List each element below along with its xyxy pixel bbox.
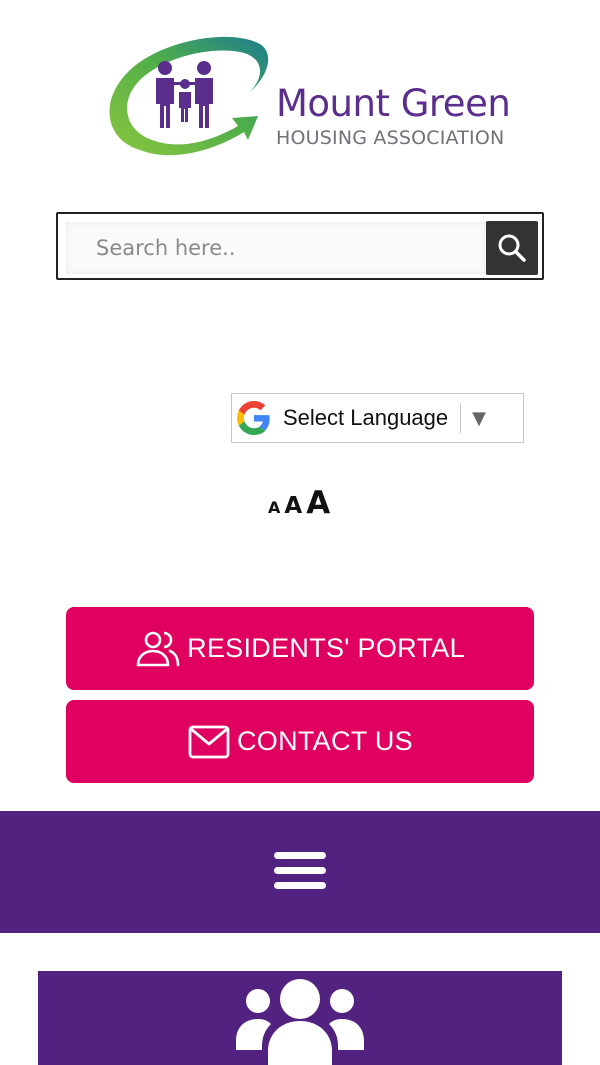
language-divider xyxy=(460,403,462,433)
chevron-down-icon: ▼ xyxy=(472,407,486,429)
envelope-icon xyxy=(188,725,230,758)
hamburger-icon[interactable] xyxy=(274,852,326,890)
users-icon xyxy=(136,631,180,666)
google-g-icon xyxy=(237,401,270,435)
search-icon xyxy=(498,234,526,262)
site-logo[interactable]: Mount Green HOUSING ASSOCIATION xyxy=(100,30,540,165)
font-size-medium-button[interactable]: A xyxy=(284,495,302,518)
font-size-small-button[interactable]: A xyxy=(268,500,280,516)
brand-subtitle: HOUSING ASSOCIATION xyxy=(276,127,505,149)
residents-portal-label: RESIDENTS' PORTAL xyxy=(187,633,465,663)
font-size-large-button[interactable]: A xyxy=(306,488,330,519)
language-label: Select Language xyxy=(283,405,449,430)
font-size-controls: A A A xyxy=(268,488,330,519)
contact-us-label: CONTACT US xyxy=(236,726,413,756)
group-icon xyxy=(236,979,364,1065)
language-select[interactable]: Select Language ▼ xyxy=(231,393,524,443)
search-form xyxy=(56,212,544,280)
search-button[interactable] xyxy=(486,221,538,275)
contact-us-button[interactable]: CONTACT US xyxy=(66,700,534,783)
feature-panel xyxy=(38,971,562,1065)
brand-name: Mount Green xyxy=(276,82,511,125)
search-input[interactable] xyxy=(66,222,486,274)
residents-portal-button[interactable]: RESIDENTS' PORTAL xyxy=(66,607,534,690)
logo-mark-icon xyxy=(109,36,269,156)
